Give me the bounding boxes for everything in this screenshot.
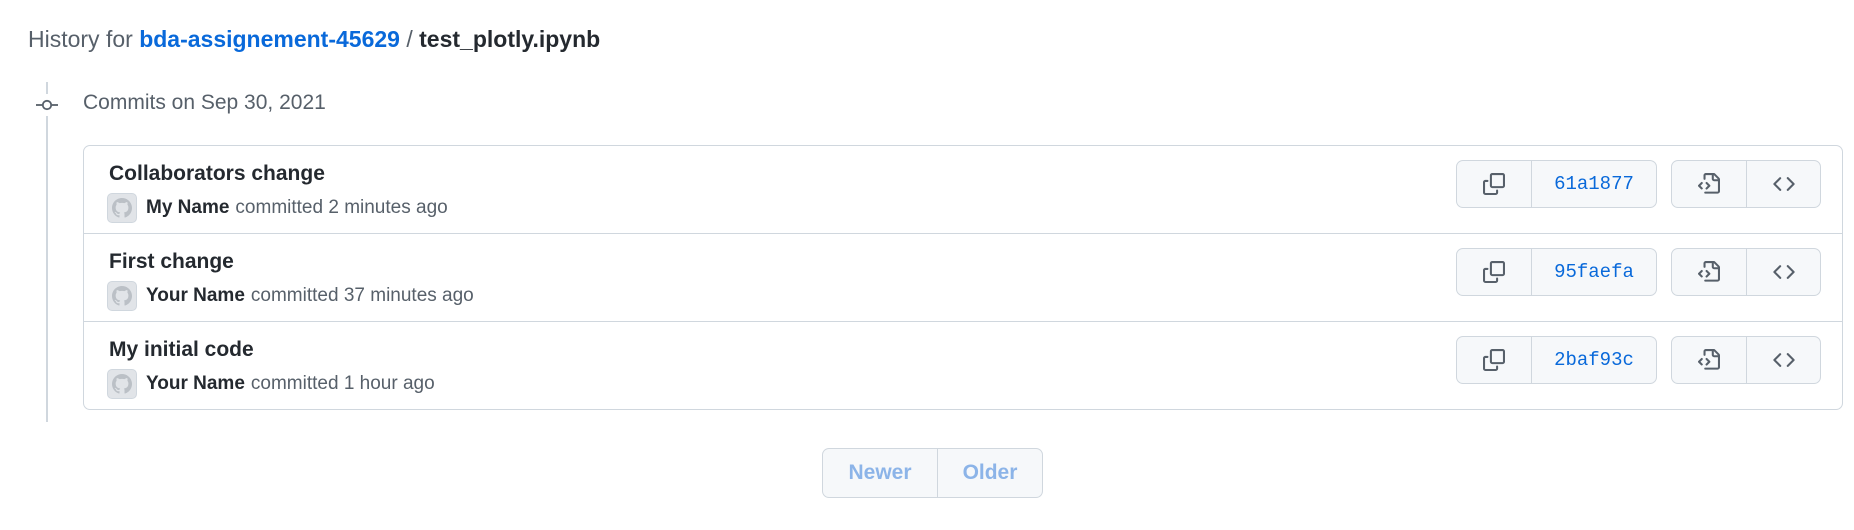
github-mark-icon (112, 198, 132, 218)
file-name: test_plotly.ipynb (419, 26, 601, 52)
commit-time: 1 hour ago (343, 373, 435, 394)
commit-action: committed (250, 285, 339, 306)
commit-meta: My Name committed 2 minutes ago (107, 192, 448, 224)
browse-file-button[interactable] (1672, 249, 1746, 295)
page-title: History for bda-assignement-45629 / test… (28, 24, 600, 54)
commit-meta: Your Name committed 37 minutes ago (107, 280, 474, 312)
pagination: Newer Older (822, 448, 1043, 498)
github-mark-icon (112, 374, 132, 394)
browse-button-group (1671, 248, 1821, 296)
browse-code-button[interactable] (1746, 161, 1820, 207)
timeline-line (46, 82, 48, 422)
file-code-icon (1698, 349, 1720, 370)
newer-button[interactable]: Newer (823, 449, 937, 497)
github-mark-icon (112, 286, 132, 306)
sha-button-group: 2baf93c (1456, 336, 1657, 384)
commit-sha-link[interactable]: 95faefa (1531, 249, 1656, 295)
avatar[interactable] (107, 193, 137, 223)
path-separator: / (406, 26, 413, 52)
commit-item: My initial code Your Name committed 1 ho… (84, 321, 1842, 409)
file-code-icon (1698, 173, 1720, 194)
copy-icon (1483, 173, 1505, 195)
commit-list: Collaborators change My Name committed 2… (83, 145, 1843, 410)
copy-icon (1483, 349, 1505, 371)
commit-meta: Your Name committed 1 hour ago (107, 368, 435, 400)
commit-item: Collaborators change My Name committed 2… (84, 146, 1842, 233)
older-button[interactable]: Older (937, 449, 1042, 497)
repo-link[interactable]: bda-assignement-45629 (139, 26, 400, 52)
copy-sha-button[interactable] (1457, 249, 1531, 295)
file-code-icon (1698, 261, 1720, 282)
commit-title[interactable]: First change (109, 248, 234, 276)
commit-sha-link[interactable]: 2baf93c (1531, 337, 1656, 383)
history-prefix: History for (28, 26, 133, 52)
sha-button-group: 61a1877 (1456, 160, 1657, 208)
commits-date-heading: Commits on Sep 30, 2021 (83, 91, 326, 114)
avatar[interactable] (107, 369, 137, 399)
browse-button-group (1671, 160, 1821, 208)
code-icon (1772, 353, 1795, 367)
commit-time: 2 minutes ago (328, 197, 448, 218)
sha-button-group: 95faefa (1456, 248, 1657, 296)
commit-action: committed (250, 373, 339, 394)
commit-time: 37 minutes ago (343, 285, 474, 306)
copy-sha-button[interactable] (1457, 161, 1531, 207)
code-icon (1772, 265, 1795, 279)
copy-icon (1483, 261, 1505, 283)
browse-file-button[interactable] (1672, 337, 1746, 383)
avatar[interactable] (107, 281, 137, 311)
commit-item: First change Your Name committed 37 minu… (84, 233, 1842, 321)
commit-title[interactable]: Collaborators change (109, 160, 325, 188)
commit-author[interactable]: Your Name (146, 285, 245, 307)
browse-code-button[interactable] (1746, 337, 1820, 383)
commit-sha-link[interactable]: 61a1877 (1531, 161, 1656, 207)
code-icon (1772, 177, 1795, 191)
commit-author[interactable]: My Name (146, 197, 229, 219)
commit-action: committed (235, 197, 324, 218)
browse-button-group (1671, 336, 1821, 384)
browse-file-button[interactable] (1672, 161, 1746, 207)
commit-title[interactable]: My initial code (109, 336, 254, 364)
git-commit-icon (33, 94, 61, 116)
browse-code-button[interactable] (1746, 249, 1820, 295)
copy-sha-button[interactable] (1457, 337, 1531, 383)
commit-author[interactable]: Your Name (146, 373, 245, 395)
